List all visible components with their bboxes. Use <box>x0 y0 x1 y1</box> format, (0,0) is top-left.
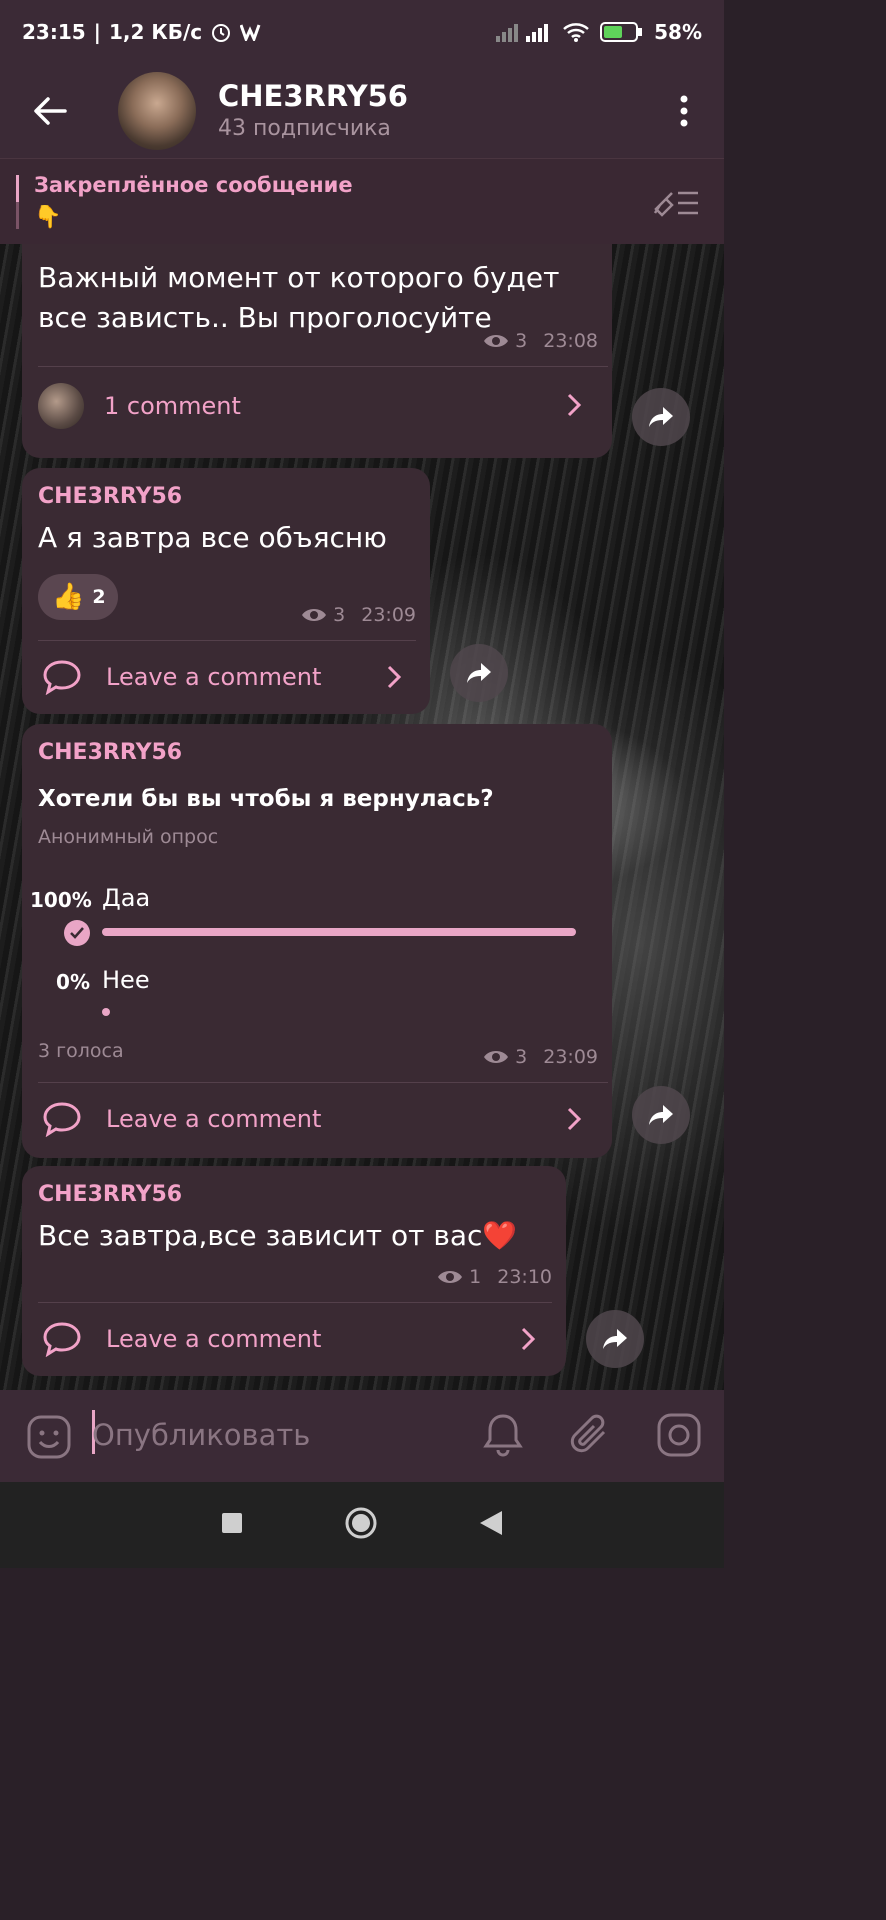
comment-bubble-icon <box>43 1322 81 1357</box>
message-bubble[interactable]: CHE3RRY56 А я завтра все объясню 👍 2 3 2… <box>22 468 430 714</box>
poll-message-bubble[interactable]: CHE3RRY56 Хотели бы вы чтобы я вернулась… <box>22 724 612 1158</box>
system-navigation-bar <box>0 1482 724 1568</box>
message-time: 23:10 <box>497 1266 552 1288</box>
view-count: 3 <box>515 1046 528 1068</box>
status-bar: 23:15 | 1,2 КБ/с 58% <box>0 0 724 64</box>
poll-option-percent: 100% <box>30 888 92 912</box>
share-arrow-icon <box>467 663 491 683</box>
sticker-icon[interactable] <box>26 1414 72 1464</box>
message-bubble[interactable]: CHE3RRY56 Все завтра,все зависит от вас❤… <box>22 1166 566 1376</box>
comment-bubble-icon <box>43 1102 81 1137</box>
message-meta: 1 23:10 <box>437 1266 552 1288</box>
message-composer: Опубликовать <box>0 1390 724 1482</box>
signal-icon <box>496 22 552 42</box>
recents-button[interactable] <box>220 1511 244 1539</box>
status-time: 23:15 <box>22 20 86 44</box>
chat-background: Важный момент от которого будет все зави… <box>0 244 724 1390</box>
leave-comment-link[interactable]: Leave a comment <box>42 654 321 700</box>
pin-list-icon <box>653 191 698 217</box>
message-meta: 3 23:09 <box>483 1046 598 1068</box>
subscriber-count: 43 подписчика <box>218 116 391 141</box>
back-button[interactable] <box>0 64 100 158</box>
bell-icon[interactable] <box>482 1412 524 1462</box>
message-time: 23:08 <box>543 330 598 352</box>
message-time: 23:09 <box>543 1046 598 1068</box>
pinned-preview: 👇 <box>34 205 62 230</box>
view-count: 3 <box>515 330 528 352</box>
leave-comment-link[interactable]: Leave a comment <box>42 1096 321 1142</box>
poll-selected-check-icon <box>64 920 90 946</box>
message-text: А я завтра все объясню <box>38 521 387 554</box>
more-menu-button[interactable] <box>644 64 724 158</box>
comment-label: Leave a comment <box>106 1325 322 1353</box>
battery-level: 58% <box>654 20 702 44</box>
views-icon <box>484 335 509 347</box>
home-button[interactable] <box>344 1506 378 1544</box>
post-input[interactable]: Опубликовать <box>92 1418 310 1452</box>
message-author: CHE3RRY56 <box>38 484 183 509</box>
poll-vote-count: 3 голоса <box>38 1040 124 1062</box>
alarm-icon <box>210 21 232 43</box>
poll-option-percent: 0% <box>56 970 90 994</box>
message-text: Важный момент от которого будет все зави… <box>38 261 560 334</box>
reaction-thumbs-up[interactable]: 👍 2 <box>38 574 118 620</box>
network-speed: 1,2 КБ/с <box>108 20 203 44</box>
chevron-right-icon <box>521 1327 536 1351</box>
chevron-right-icon <box>567 1107 582 1131</box>
leave-comment-link[interactable]: Leave a comment <box>42 1316 321 1362</box>
message-meta: 3 23:08 <box>483 330 598 352</box>
message-time: 23:09 <box>361 604 416 626</box>
share-arrow-icon <box>603 1329 627 1349</box>
share-button[interactable] <box>586 1310 644 1368</box>
views-icon <box>438 1271 463 1283</box>
arrow-left-icon <box>34 97 67 125</box>
poll-result-bar <box>102 1008 110 1016</box>
wifi-icon <box>562 21 590 43</box>
comments-link[interactable]: 1 comment <box>38 382 241 430</box>
comment-bubble-icon <box>43 660 81 695</box>
pinned-indicator <box>16 175 19 229</box>
message-meta: 3 23:09 <box>301 604 416 626</box>
attach-icon[interactable] <box>568 1412 614 1462</box>
commenter-avatar <box>38 383 84 429</box>
views-icon <box>302 609 327 621</box>
message-bubble[interactable]: Важный момент от которого будет все зави… <box>22 244 612 458</box>
comment-label: 1 comment <box>104 392 241 420</box>
poll-option-label: Даа <box>102 884 151 912</box>
chevron-right-icon <box>387 665 402 689</box>
comment-label: Leave a comment <box>106 1105 322 1133</box>
pinned-list-button[interactable] <box>652 183 702 223</box>
poll-question: Хотели бы вы чтобы я вернулась? <box>38 786 494 812</box>
view-count: 1 <box>469 1266 482 1288</box>
message-author: CHE3RRY56 <box>38 1182 183 1207</box>
channel-header: CHE3RRY56 43 подписчика <box>0 64 724 158</box>
thumbs-up-icon: 👍 <box>52 582 85 612</box>
message-author: CHE3RRY56 <box>38 740 183 765</box>
message-text: Все завтра,все зависит от вас❤️ <box>38 1219 518 1252</box>
pinned-title: Закреплённое сообщение <box>34 173 353 197</box>
channel-title-block[interactable]: CHE3RRY56 43 подписчика <box>218 78 408 144</box>
share-arrow-icon <box>649 1105 673 1125</box>
channel-avatar[interactable] <box>118 72 196 150</box>
camera-icon[interactable] <box>656 1412 702 1462</box>
battery-icon <box>600 21 644 43</box>
comment-label: Leave a comment <box>106 663 322 691</box>
pinned-message-bar[interactable]: Закреплённое сообщение 👇 <box>0 158 724 244</box>
share-arrow-icon <box>649 407 673 427</box>
share-button[interactable] <box>632 388 690 446</box>
more-vertical-icon <box>680 95 688 127</box>
poll-type: Анонимный опрос <box>38 826 219 848</box>
reaction-count: 2 <box>92 586 106 608</box>
channel-name: CHE3RRY56 <box>218 79 408 113</box>
share-button[interactable] <box>632 1086 690 1144</box>
poll-option-label: Нее <box>102 966 150 994</box>
view-count: 3 <box>333 604 346 626</box>
poll-result-bar <box>102 928 576 936</box>
chevron-right-icon <box>567 393 582 417</box>
wattpad-icon <box>240 23 264 41</box>
share-button[interactable] <box>450 644 508 702</box>
views-icon <box>484 1051 509 1063</box>
back-nav-button[interactable] <box>478 1509 504 1541</box>
